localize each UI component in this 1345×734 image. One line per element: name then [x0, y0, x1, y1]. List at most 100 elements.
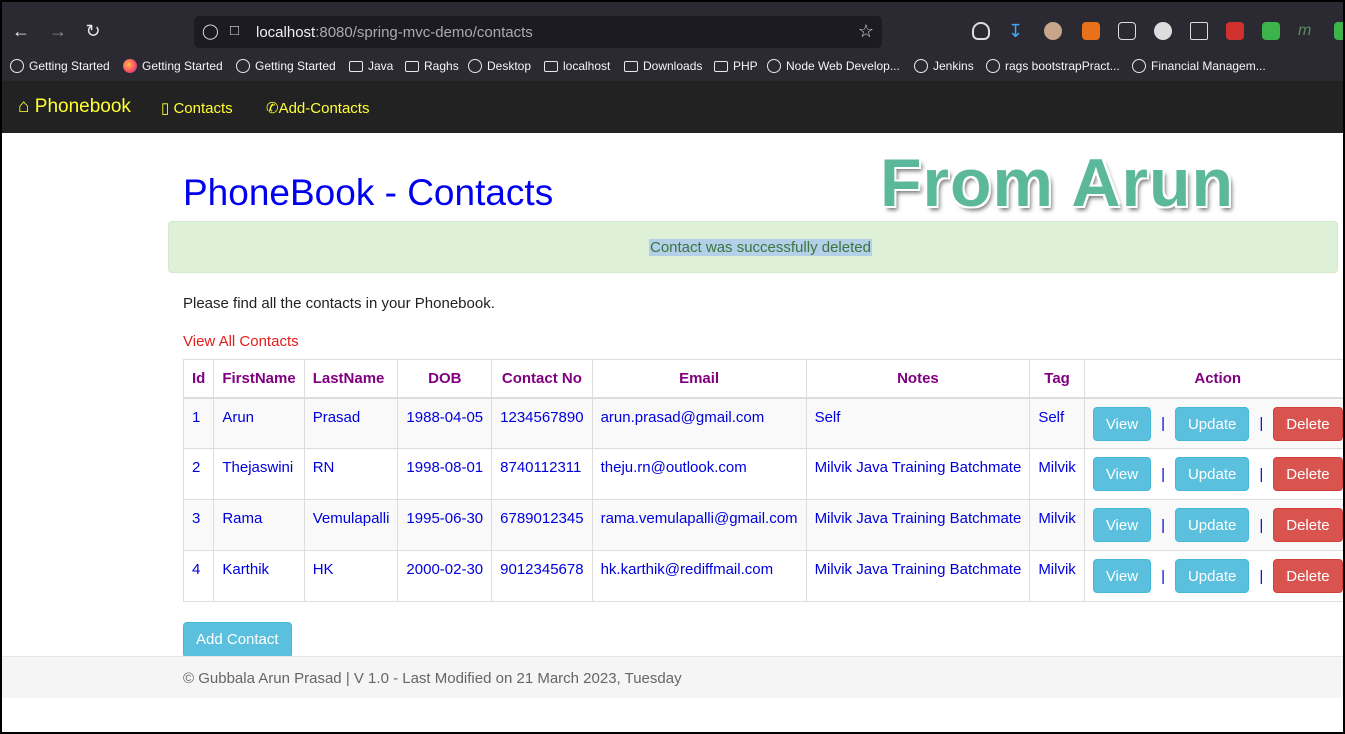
bookmark-item[interactable]: Raghs [405, 57, 459, 75]
action-separator: | [1161, 516, 1165, 534]
column-header: Email [591, 359, 807, 399]
action-separator: | [1161, 465, 1165, 483]
add-contact-button[interactable]: Add Contact [183, 622, 292, 658]
cell-tag: Milvik [1029, 499, 1085, 551]
nav-add-contacts[interactable]: ✆Add-Contacts [266, 99, 369, 117]
address-bar[interactable]: ◯ □ localhost:8080/spring-mvc-demo/conta… [194, 16, 882, 48]
extension-m-icon[interactable]: m [1298, 22, 1316, 40]
book-icon: ▯ [161, 100, 170, 117]
column-header: Notes [805, 359, 1031, 399]
page-footer: © Gubbala Arun Prasad | V 1.0 - Last Mod… [2, 656, 1343, 698]
cell-tag: Milvik [1029, 448, 1085, 500]
clipboard-icon[interactable] [1118, 22, 1136, 40]
bookmark-item[interactable]: Getting Started [236, 57, 336, 75]
profile-avatar-icon[interactable] [1044, 22, 1062, 40]
table-header-row: Id FirstName LastName DOB Contact No Ema… [182, 359, 1343, 399]
extension-red-icon[interactable] [1226, 22, 1244, 40]
globe-icon [767, 59, 781, 73]
page-title: PhoneBook - Contacts [183, 172, 554, 213]
column-header: Action [1083, 359, 1343, 399]
cell-id: 4 [182, 550, 215, 602]
action-separator: | [1259, 465, 1264, 483]
cell-tag: Milvik [1029, 550, 1085, 602]
cell-id: 1 [182, 397, 215, 449]
view-button[interactable]: View [1092, 406, 1152, 441]
cell-actions: View | Update | Delete [1083, 448, 1343, 500]
cell-email: rama.vemulapalli@gmail.com [591, 499, 807, 551]
cell-notes: Milvik Java Training Batchmate [805, 499, 1031, 551]
download-icon[interactable]: ↧ [1008, 22, 1026, 40]
forward-icon[interactable]: → [47, 20, 69, 42]
brand-link[interactable]: ⌂ Phonebook [18, 96, 131, 118]
pocket-icon[interactable] [972, 22, 990, 40]
delete-button[interactable]: Delete [1273, 559, 1343, 593]
cell-contact-no: 8740112311 [491, 448, 593, 500]
bookmark-item[interactable]: Jenkins [914, 57, 974, 75]
view-all-contacts-link[interactable]: View All Contacts [183, 333, 299, 350]
bookmark-item[interactable]: PHP [714, 57, 758, 75]
nav-contacts[interactable]: ▯ Contacts [161, 99, 233, 117]
cell-dob: 1998-08-01 [397, 448, 493, 500]
action-separator: | [1259, 516, 1264, 534]
view-button[interactable]: View [1092, 508, 1152, 542]
cell-notes: Milvik Java Training Batchmate [805, 448, 1031, 500]
update-button[interactable]: Update [1174, 457, 1250, 491]
column-header: LastName [303, 359, 399, 399]
bookmark-item[interactable]: rags bootstrapPract... [986, 57, 1120, 75]
bookmark-item[interactable]: Downloads [624, 57, 702, 75]
bookmark-item[interactable]: Node Web Develop... [767, 57, 900, 75]
bookmark-item[interactable]: Getting Started [10, 57, 110, 75]
extension-green-icon[interactable] [1262, 22, 1280, 40]
extension-orange-icon[interactable] [1082, 22, 1100, 40]
cell-actions: View | Update | Delete [1083, 550, 1343, 602]
library-icon[interactable] [1190, 22, 1208, 40]
table-row: 1 Arun Prasad 1988-04-05 1234567890 arun… [182, 397, 1343, 449]
bookmark-item[interactable]: Java [349, 57, 393, 75]
update-button[interactable]: Update [1174, 559, 1250, 593]
view-button[interactable]: View [1092, 457, 1152, 491]
app-navbar: ⌂ Phonebook ▯ Contacts ✆Add-Contacts [2, 81, 1343, 133]
column-header: Tag [1029, 359, 1085, 399]
update-button[interactable]: Update [1174, 406, 1250, 441]
column-header: Id [182, 359, 215, 399]
firefox-icon [123, 59, 137, 73]
cell-dob: 2000-02-30 [397, 550, 493, 602]
table-row: 4 Karthik HK 2000-02-30 9012345678 hk.ka… [182, 550, 1343, 602]
cell-lastname: HK [303, 550, 399, 602]
cell-dob: 1995-06-30 [397, 499, 493, 551]
shield-icon[interactable]: ◯ [202, 22, 219, 40]
table-row: 2 Thejaswini RN 1998-08-01 8740112311 th… [182, 448, 1343, 500]
back-icon[interactable]: ← [10, 20, 32, 42]
delete-button[interactable]: Delete [1273, 457, 1343, 491]
delete-button[interactable]: Delete [1273, 508, 1343, 542]
url-text[interactable]: localhost:8080/spring-mvc-demo/contacts [256, 24, 533, 41]
globe-icon [986, 59, 1000, 73]
cell-id: 3 [182, 499, 215, 551]
globe-icon [236, 59, 250, 73]
bookmark-item[interactable]: Desktop [468, 57, 531, 75]
bookmark-star-icon[interactable]: ☆ [858, 21, 874, 42]
success-alert: Contact was successfully deleted [168, 221, 1338, 273]
folder-icon [349, 61, 363, 72]
globe-icon [914, 59, 928, 73]
cell-notes: Milvik Java Training Batchmate [805, 550, 1031, 602]
delete-button[interactable]: Delete [1273, 406, 1343, 441]
extension-overflow-icon[interactable] [1334, 22, 1343, 40]
reload-icon[interactable]: ↻ [82, 20, 104, 42]
update-button[interactable]: Update [1174, 508, 1250, 542]
cell-lastname: RN [303, 448, 399, 500]
bookmark-item[interactable]: Financial Managem... [1132, 57, 1266, 75]
column-header: FirstName [213, 359, 305, 399]
cell-contact-no: 9012345678 [491, 550, 593, 602]
bookmark-item[interactable]: Getting Started [123, 57, 223, 75]
cell-email: hk.karthik@rediffmail.com [591, 550, 807, 602]
cell-id: 2 [182, 448, 215, 500]
view-button[interactable]: View [1092, 559, 1152, 593]
cell-lastname: Vemulapalli [303, 499, 399, 551]
action-separator: | [1161, 567, 1165, 585]
cell-firstname: Thejaswini [213, 448, 305, 500]
cell-actions: View | Update | Delete [1083, 499, 1343, 551]
bookmark-item[interactable]: localhost [544, 57, 610, 75]
extension-puzzle-icon[interactable] [1154, 22, 1172, 40]
column-header: Contact No [491, 359, 593, 399]
